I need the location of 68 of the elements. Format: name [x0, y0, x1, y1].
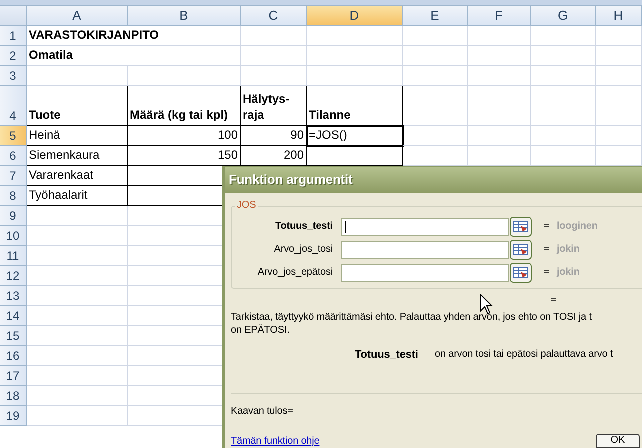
formula-result: Kaavan tulos=: [231, 406, 294, 417]
column-header[interactable]: B: [128, 6, 241, 26]
argument-help-text: on arvon tosi tai epätosi palauttava arvo t: [435, 349, 614, 361]
group-legend: JOS: [235, 200, 258, 211]
column-header[interactable]: D: [307, 6, 403, 26]
table-cell[interactable]: Heinä: [27, 126, 128, 146]
table-cell[interactable]: Siemenkaura: [27, 146, 128, 166]
table-cell[interactable]: Työhaalarit: [27, 186, 128, 206]
row-header[interactable]: 10: [0, 226, 27, 246]
row-header[interactable]: 15: [0, 326, 27, 346]
row-header[interactable]: 17: [0, 366, 27, 386]
table-cell[interactable]: Omatila: [27, 46, 241, 66]
equals-sign: =: [544, 244, 551, 255]
argument-label: Arvo_jos_tosi: [273, 244, 334, 255]
column-header[interactable]: F: [468, 6, 531, 26]
equals-sign: =: [551, 295, 557, 306]
text-caret: [345, 220, 346, 232]
description-text: on EPÄTOSI.: [231, 324, 291, 337]
row-header[interactable]: 11: [0, 246, 27, 266]
table-cell[interactable]: Tuote: [27, 86, 128, 126]
argument-result: looginen: [557, 221, 598, 232]
row-header[interactable]: 16: [0, 346, 27, 366]
table-cell[interactable]: Määrä (kg tai kpl): [128, 86, 241, 126]
row-header[interactable]: 19: [0, 406, 27, 426]
equals-sign: =: [544, 267, 551, 278]
row-header[interactable]: 7: [0, 166, 27, 186]
argument-result: jokin: [557, 267, 580, 278]
column-header[interactable]: G: [531, 6, 596, 26]
argument-field[interactable]: [341, 218, 509, 236]
argument-field[interactable]: [341, 264, 509, 282]
row-header[interactable]: 13: [0, 286, 27, 306]
row-header[interactable]: 5: [0, 126, 27, 146]
table-cell[interactable]: Hälytys-raja: [241, 86, 307, 126]
range-select-icon[interactable]: [510, 216, 532, 236]
range-select-icon[interactable]: [510, 262, 532, 282]
argument-result: jokin: [557, 244, 580, 255]
select-all-corner[interactable]: [0, 6, 27, 26]
argument-label: Arvo_jos_epätosi: [256, 267, 334, 278]
ok-button[interactable]: OK: [596, 434, 640, 448]
dialog-title: Funktion argumentit: [225, 167, 642, 193]
table-cell[interactable]: VARASTOKIRJANPITO: [27, 26, 241, 46]
column-header[interactable]: A: [27, 6, 128, 26]
row-header[interactable]: 6: [0, 146, 27, 166]
row-header[interactable]: 8: [0, 186, 27, 206]
row-header[interactable]: 3: [0, 66, 27, 86]
table-cell[interactable]: 100: [128, 126, 241, 146]
column-header[interactable]: H: [596, 6, 642, 26]
range-select-icon[interactable]: [510, 240, 532, 260]
mouse-pointer-icon: [480, 294, 493, 315]
argument-field[interactable]: [341, 240, 509, 258]
argument-name: Totuus_testi: [355, 349, 420, 361]
table-cell[interactable]: =JOS(): [307, 126, 403, 146]
row-header[interactable]: 9: [0, 206, 27, 226]
column-header[interactable]: E: [403, 6, 468, 26]
table-cell[interactable]: Tilanne: [307, 86, 403, 126]
row-header[interactable]: 18: [0, 386, 27, 406]
description-text: Tarkistaa, täyttyykö määrittämäsi ehto. Palauttaa yhden arvon, jos ehto on TOSI ja t: [231, 311, 593, 324]
argument-label: Totuus_testi: [274, 221, 334, 232]
table-cell[interactable]: 90: [241, 126, 307, 146]
row-header[interactable]: 14: [0, 306, 27, 326]
row-header[interactable]: 12: [0, 266, 27, 286]
help-link[interactable]: Tämän funktion ohje: [231, 436, 320, 448]
table-cell[interactable]: Vararenkaat: [27, 166, 128, 186]
equals-sign: =: [544, 221, 551, 232]
row-header[interactable]: 2: [0, 46, 27, 66]
column-header[interactable]: C: [241, 6, 307, 26]
row-header[interactable]: 4: [0, 86, 27, 126]
row-header[interactable]: 1: [0, 26, 27, 46]
